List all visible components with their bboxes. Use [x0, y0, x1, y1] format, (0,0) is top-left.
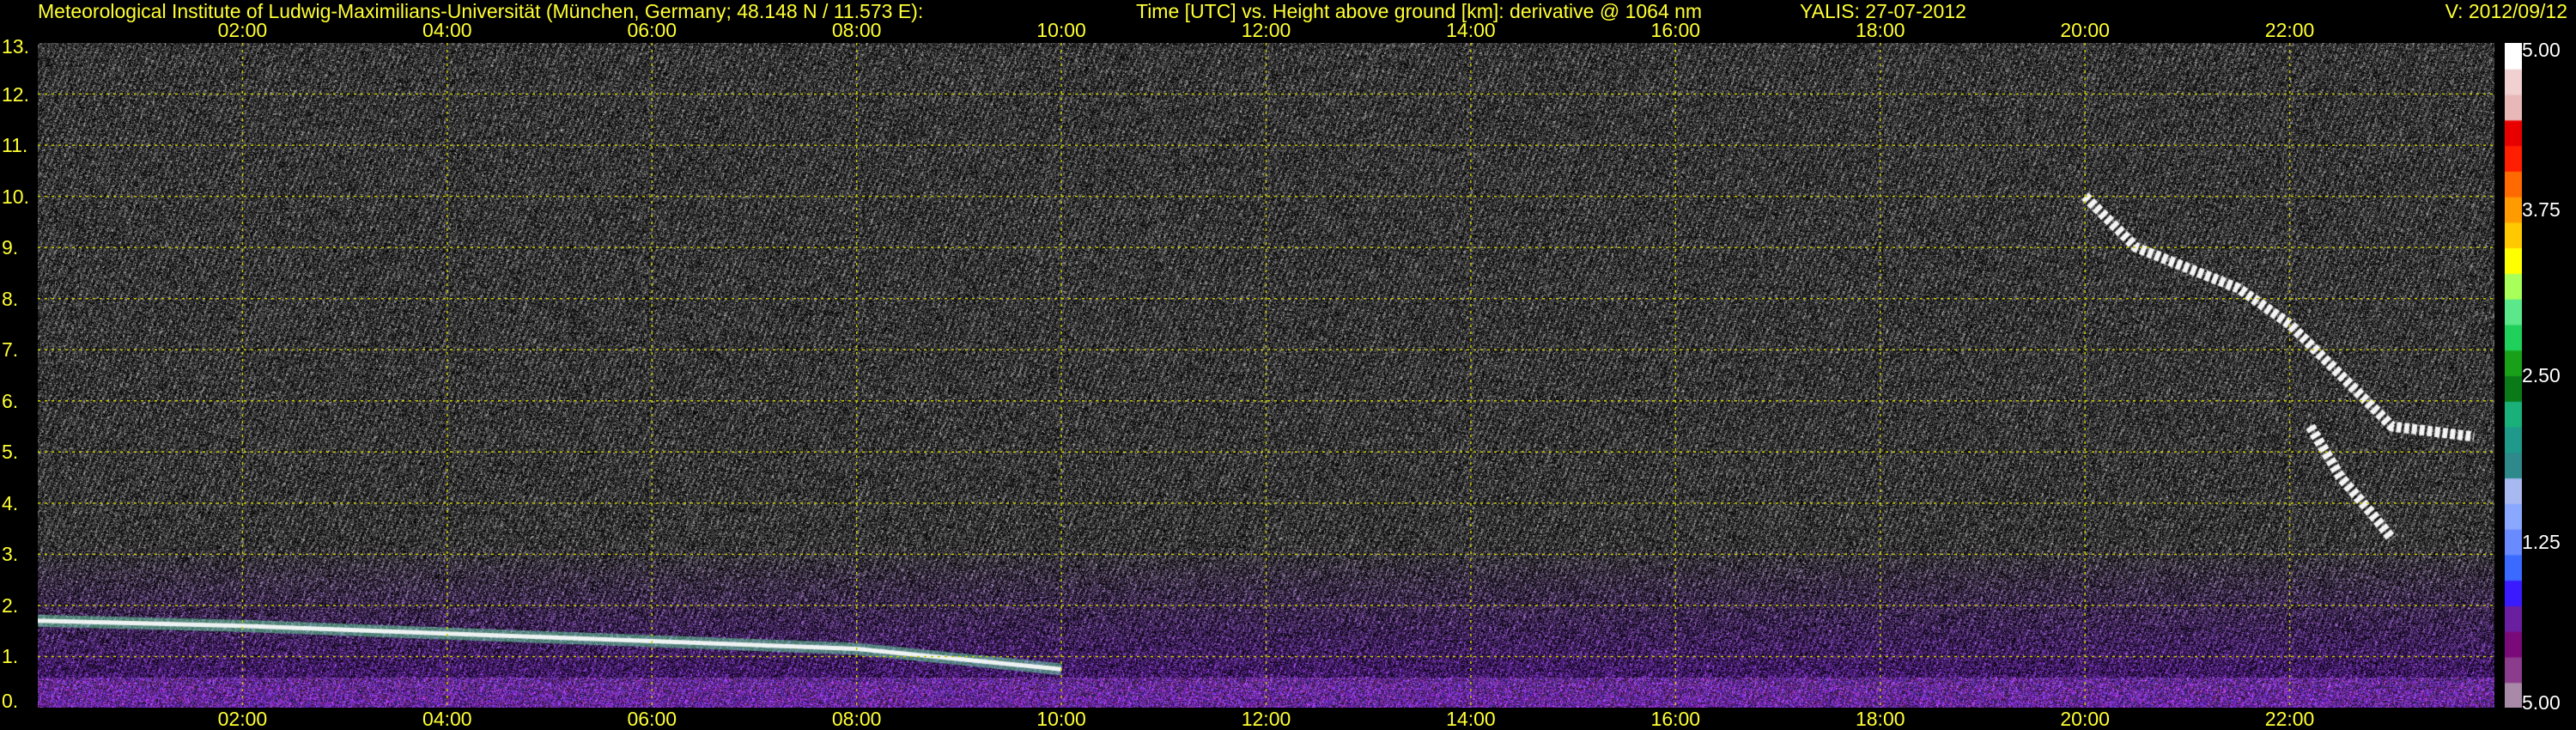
- plot-grid: [38, 43, 2494, 708]
- x-tick-label-top: 10:00: [1036, 19, 1086, 41]
- colorbar-tick-label: 1.25: [2522, 530, 2561, 553]
- x-tick-label-bottom: 14:00: [1446, 708, 1496, 730]
- x-tick-label-top: 04:00: [422, 19, 472, 41]
- version-label: V: 2012/09/12: [2445, 0, 2567, 22]
- y-tick-label: 0.: [2, 690, 19, 712]
- colorbar-tick-label: 2.50: [2522, 364, 2561, 386]
- x-tick-label-bottom: 22:00: [2264, 708, 2315, 730]
- x-tick-label-top: 08:00: [831, 19, 882, 41]
- y-tick-label: 1.: [2, 645, 19, 668]
- y-tick-label: 13.: [2, 35, 29, 58]
- x-tick-label-top: 14:00: [1446, 19, 1496, 41]
- y-tick-label: 8.: [2, 287, 19, 310]
- x-tick-label-bottom: 20:00: [2060, 708, 2110, 730]
- chart-title: Time [UTC] vs. Height above ground [km]:…: [1136, 0, 1703, 22]
- y-tick-label: 10.: [2, 185, 29, 208]
- y-tick-label: 2.: [2, 593, 19, 617]
- y-tick-label: 4.: [2, 491, 19, 514]
- y-tick-label: 7.: [2, 338, 19, 362]
- colorbar: [2505, 43, 2522, 708]
- x-tick-label-top: 02:00: [217, 19, 268, 41]
- colorbar-tick-label: 5.00: [2522, 691, 2561, 714]
- x-tick-label-top: 18:00: [1855, 19, 1905, 41]
- x-tick-label-bottom: 18:00: [1855, 708, 1905, 730]
- y-tick-label: 6.: [2, 389, 19, 412]
- x-tick-label-bottom: 08:00: [831, 708, 882, 730]
- x-tick-label-bottom: 02:00: [217, 708, 268, 730]
- institute-label: Meteorological Institute of Ludwig-Maxim…: [38, 0, 924, 22]
- x-tick-label-top: 06:00: [627, 19, 677, 41]
- x-tick-label-top: 16:00: [1650, 19, 1701, 41]
- y-tick-label: 12.: [2, 82, 29, 106]
- y-tick-label: 3.: [2, 543, 19, 566]
- x-tick-label-top: 20:00: [2060, 19, 2110, 41]
- x-tick-label-top: 12:00: [1241, 19, 1291, 41]
- x-tick-label-bottom: 10:00: [1036, 708, 1086, 730]
- x-tick-label-bottom: 12:00: [1241, 708, 1291, 730]
- x-tick-label-bottom: 16:00: [1650, 708, 1701, 730]
- colorbar-tick-label: 3.75: [2522, 198, 2561, 221]
- y-tick-label: 9.: [2, 236, 19, 259]
- y-tick-label: 5.: [2, 441, 19, 464]
- x-tick-label-bottom: 06:00: [627, 708, 677, 730]
- x-tick-label-top: 22:00: [2264, 19, 2315, 41]
- x-tick-label-bottom: 04:00: [422, 708, 472, 730]
- colorbar-tick-label: 5.00: [2522, 39, 2561, 61]
- y-tick-label: 11.: [2, 134, 28, 157]
